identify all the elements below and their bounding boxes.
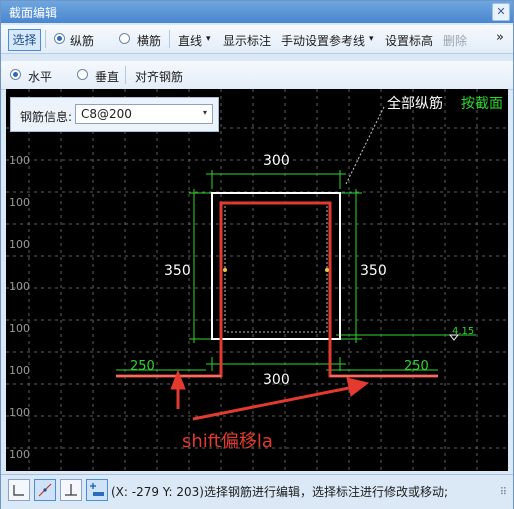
section-outline[interactable] bbox=[211, 192, 341, 340]
annotation-text: shift偏移la bbox=[182, 431, 273, 452]
title-bar[interactable]: 截面编辑 ✕ bbox=[1, 1, 513, 23]
ruler-tick-label: 100 bbox=[9, 406, 30, 419]
overflow-chevron-icon[interactable]: » bbox=[496, 30, 504, 45]
status-bar: (X: -279 Y: 203)选择钢筋进行编辑，选择标注进行修改或移动; ⠿ bbox=[1, 474, 513, 509]
vertical-label[interactable]: 垂直 bbox=[95, 68, 119, 85]
by-section-label[interactable]: 按截面 bbox=[461, 96, 503, 112]
rebar-info-label: 钢筋信息: bbox=[20, 110, 73, 124]
window-title: 截面编辑 bbox=[9, 6, 58, 20]
perpendicular-snap-icon[interactable] bbox=[60, 479, 82, 501]
longitudinal-label[interactable]: 纵筋 bbox=[70, 32, 94, 49]
dropdown-arrow-icon[interactable]: ▾ bbox=[203, 108, 207, 117]
line-dropdown-button[interactable]: 直线 bbox=[178, 32, 202, 49]
transverse-radio[interactable] bbox=[119, 33, 130, 44]
ruler-tick-label: 100 bbox=[9, 280, 30, 293]
dim-bottom[interactable]: 300 bbox=[263, 372, 290, 388]
dim-left[interactable]: 350 bbox=[164, 263, 191, 279]
rebar-point[interactable] bbox=[223, 268, 227, 272]
toolbar-separator bbox=[169, 30, 170, 48]
main-toolbar: 选择 纵筋 横筋 直线 ▾ 显示标注 手动设置参考线 ▾ 设置标高 删除 » bbox=[1, 25, 513, 54]
show-dimension-button[interactable]: 显示标注 bbox=[223, 32, 271, 49]
status-text: (X: -279 Y: 203)选择钢筋进行编辑，选择标注进行修改或移动; bbox=[111, 485, 449, 499]
section-drawing[interactable]: 100 100 100 100 100 100 100 100 300 350 … bbox=[6, 89, 508, 471]
transverse-label[interactable]: 横筋 bbox=[137, 32, 161, 49]
ruler-tick-label: 100 bbox=[9, 322, 30, 335]
polar-mode-icon[interactable] bbox=[34, 479, 56, 501]
resize-grip-icon[interactable]: ⠿ bbox=[500, 487, 507, 498]
toolbar-separator bbox=[45, 30, 46, 48]
longitudinal-radio[interactable] bbox=[54, 33, 65, 44]
leader-line bbox=[345, 106, 385, 185]
horizontal-radio[interactable] bbox=[10, 69, 21, 80]
toolbar-separator bbox=[125, 66, 126, 84]
orthogonal-mode-icon[interactable] bbox=[8, 479, 30, 501]
secondary-toolbar: 水平 垂直 对齐钢筋 bbox=[1, 61, 513, 90]
dim-top[interactable]: 300 bbox=[263, 153, 290, 169]
longitudinal-rebar[interactable] bbox=[116, 201, 438, 378]
ruler-tick-label: 100 bbox=[9, 364, 30, 377]
manual-reference-line-button[interactable]: 手动设置参考线 bbox=[281, 32, 365, 49]
reference-dropdown-arrow-icon[interactable]: ▾ bbox=[369, 34, 374, 44]
grid-lines bbox=[6, 89, 508, 471]
align-rebar-button[interactable]: 对齐钢筋 bbox=[135, 68, 183, 85]
all-longitudinal-label[interactable]: 全部纵筋 bbox=[387, 95, 443, 112]
rebar-point[interactable] bbox=[325, 268, 329, 272]
ruler-tick-label: 100 bbox=[9, 196, 30, 209]
stirrup-outline[interactable] bbox=[224, 203, 328, 333]
dim-right[interactable]: 350 bbox=[360, 263, 387, 279]
ruler-tick-label: 100 bbox=[9, 448, 30, 461]
horizontal-label[interactable]: 水平 bbox=[28, 68, 52, 85]
rebar-info-panel: 钢筋信息: C8@200 ▾ bbox=[10, 97, 219, 132]
vertical-radio[interactable] bbox=[77, 69, 88, 80]
set-elevation-button[interactable]: 设置标高 bbox=[385, 32, 433, 49]
drawing-canvas[interactable]: 100 100 100 100 100 100 100 100 300 350 … bbox=[6, 89, 508, 471]
ruler-tick-label: 100 bbox=[9, 154, 30, 167]
line-dropdown-arrow-icon[interactable]: ▾ bbox=[206, 34, 211, 44]
rebar-info-value: C8@200 bbox=[81, 107, 132, 121]
dim-right-extension[interactable]: 250 bbox=[404, 359, 429, 374]
select-button[interactable]: 选择 bbox=[8, 29, 41, 51]
section-editor-window: 截面编辑 ✕ 选择 纵筋 横筋 直线 ▾ 显示标注 手动设置参考线 ▾ 设置标高… bbox=[0, 0, 514, 509]
close-button[interactable]: ✕ bbox=[492, 3, 510, 21]
rebar-info-select[interactable]: C8@200 ▾ bbox=[75, 104, 213, 124]
insert-point-icon[interactable] bbox=[86, 479, 108, 501]
ruler-tick-label: 100 bbox=[9, 238, 30, 251]
delete-button[interactable]: 删除 bbox=[443, 32, 467, 49]
dim-left-extension[interactable]: 250 bbox=[130, 359, 155, 374]
